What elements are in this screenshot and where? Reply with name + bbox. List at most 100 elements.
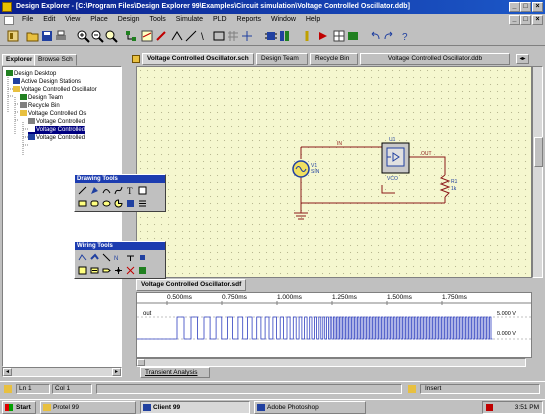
voltage-source[interactable]: [292, 160, 310, 178]
redo-icon[interactable]: [382, 29, 396, 43]
task-client[interactable]: Client 99: [140, 401, 250, 414]
tree-node-vco-database[interactable]: Voltage Controlled Oscillator: [13, 86, 97, 94]
zoom-fit-icon[interactable]: [104, 29, 118, 43]
save-icon[interactable]: [40, 29, 54, 43]
no-erc-icon[interactable]: [126, 266, 135, 275]
tab-design-team[interactable]: Design Team: [256, 53, 308, 65]
probe-icon[interactable]: [300, 29, 314, 43]
tab-vco-ddb[interactable]: Voltage Controlled Oscillator.ddb: [360, 53, 510, 65]
grid-settings-icon[interactable]: [332, 29, 346, 43]
tab-recycle-bin[interactable]: Recycle Bin: [310, 53, 358, 65]
tree-node-vco-doc-2[interactable]: Voltage Controlled: [28, 126, 86, 134]
menu-help[interactable]: Help: [302, 14, 324, 26]
tree-node-recycle-bin[interactable]: Recycle Bin: [20, 102, 60, 110]
wiring-tools-title[interactable]: Wiring Tools: [75, 242, 165, 250]
line-tool-icon[interactable]: [184, 29, 198, 43]
hierarchy-icon[interactable]: [124, 29, 138, 43]
text-icon[interactable]: T: [126, 186, 135, 196]
tab-wave-file[interactable]: Voltage Controlled Oscillator.sdf: [136, 279, 246, 291]
resistor[interactable]: [439, 174, 451, 198]
drawing-tools-title[interactable]: Drawing Tools: [75, 175, 165, 183]
bus-icon[interactable]: [90, 253, 99, 262]
tree-node-design-desktop[interactable]: Design Desktop: [6, 70, 56, 78]
menu-window[interactable]: Window: [267, 14, 300, 26]
wire-tool-icon[interactable]: [170, 29, 184, 43]
vco-component[interactable]: [381, 142, 410, 174]
bus-entry-icon[interactable]: [102, 253, 111, 262]
tree-node-vco-folder[interactable]: Voltage Controlled Os: [20, 110, 86, 118]
tray-icon[interactable]: [486, 404, 493, 411]
task-photoshop[interactable]: Adobe Photoshop: [254, 401, 366, 414]
zoom-out-icon[interactable]: [90, 29, 104, 43]
schematic-canvas[interactable]: V1 SIN U1 VCO R1 1k IN OUT: [136, 66, 532, 278]
pencil-icon[interactable]: [154, 29, 168, 43]
component-tool-icon[interactable]: [264, 29, 278, 43]
menu-view[interactable]: View: [61, 14, 84, 26]
tree-node-active-stations[interactable]: Active Design Stations: [13, 78, 81, 86]
power-port-icon[interactable]: [126, 253, 135, 262]
line-icon[interactable]: [78, 186, 87, 195]
text-tool-icon[interactable]: \: [198, 29, 212, 43]
task-protel[interactable]: Protel 99: [40, 401, 136, 414]
v-scroll-thumb[interactable]: [534, 137, 543, 167]
doc-icon[interactable]: [4, 16, 14, 25]
rectangle-icon[interactable]: [78, 199, 87, 208]
menu-tools[interactable]: Tools: [145, 14, 169, 26]
wave-scroll-left[interactable]: [137, 359, 145, 366]
explorer-h-scrollbar[interactable]: ◂ ▸: [2, 367, 122, 377]
zoom-in-icon[interactable]: [76, 29, 90, 43]
run-simulation-icon[interactable]: [316, 29, 330, 43]
start-button[interactable]: Start: [2, 401, 36, 414]
menu-simulate[interactable]: Simulate: [172, 14, 207, 26]
polygon-icon[interactable]: [90, 186, 99, 195]
menu-reports[interactable]: Reports: [233, 14, 266, 26]
array-icon[interactable]: [138, 199, 147, 208]
bezier-icon[interactable]: [114, 186, 123, 195]
tab-transient-analysis[interactable]: Transient Analysis: [140, 367, 210, 378]
menu-place[interactable]: Place: [86, 14, 112, 26]
rectangle-tool-icon[interactable]: [212, 29, 226, 43]
doc-minimize-button[interactable]: _: [509, 15, 520, 25]
undo-icon[interactable]: [368, 29, 382, 43]
wave-h-scrollbar[interactable]: [136, 358, 526, 367]
pie-icon[interactable]: [114, 199, 123, 208]
tab-browse-sch[interactable]: Browse Sch: [34, 54, 77, 66]
sheet-symbol-icon[interactable]: [78, 266, 87, 275]
junction-icon[interactable]: [114, 266, 123, 275]
menu-design[interactable]: Design: [114, 14, 144, 26]
net-label-icon[interactable]: N: [114, 253, 123, 262]
doc-close-button[interactable]: ×: [532, 15, 543, 25]
tree-node-vco-doc-1[interactable]: Voltage Controlled: [28, 118, 85, 126]
minimize-button[interactable]: _: [509, 2, 520, 12]
schematic-sheet-icon[interactable]: [140, 29, 154, 43]
open-folder-icon[interactable]: [26, 29, 40, 43]
ellipse-icon[interactable]: [102, 199, 111, 208]
canvas-v-scrollbar[interactable]: [532, 66, 543, 278]
arc-icon[interactable]: [102, 186, 111, 195]
port-icon[interactable]: [102, 266, 111, 275]
library-icon[interactable]: [278, 29, 292, 43]
close-button[interactable]: ×: [532, 2, 543, 12]
tab-explorer[interactable]: Explorer: [2, 54, 37, 66]
design-manager-icon[interactable]: [6, 29, 20, 43]
table-icon[interactable]: [346, 29, 360, 43]
doc-restore-button[interactable]: □: [520, 15, 531, 25]
tab-vco-schematic[interactable]: Voltage Controlled Oscillator.sch: [142, 53, 254, 65]
graphic-icon[interactable]: [126, 199, 135, 208]
text-frame-icon[interactable]: [138, 186, 147, 195]
menu-edit[interactable]: Edit: [39, 14, 59, 26]
grid-tool-icon[interactable]: [226, 29, 240, 43]
scroll-right-button[interactable]: ▸: [112, 368, 121, 376]
wire-icon[interactable]: [78, 253, 87, 262]
scroll-left-button[interactable]: ◂: [3, 368, 12, 376]
print-icon[interactable]: [54, 29, 68, 43]
help-icon[interactable]: ?: [398, 29, 412, 43]
app-icon[interactable]: [2, 2, 12, 12]
sheet-entry-icon[interactable]: [90, 266, 99, 275]
part-icon[interactable]: [138, 253, 147, 262]
pcb-layout-icon[interactable]: [138, 266, 147, 275]
tree-node-vco-doc-3[interactable]: Voltage Controlled: [28, 134, 85, 142]
tree-node-design-team[interactable]: Design Team: [20, 94, 63, 102]
tab-scroll-left-button[interactable]: ◂▸: [516, 54, 529, 64]
rounded-rectangle-icon[interactable]: [90, 199, 99, 208]
